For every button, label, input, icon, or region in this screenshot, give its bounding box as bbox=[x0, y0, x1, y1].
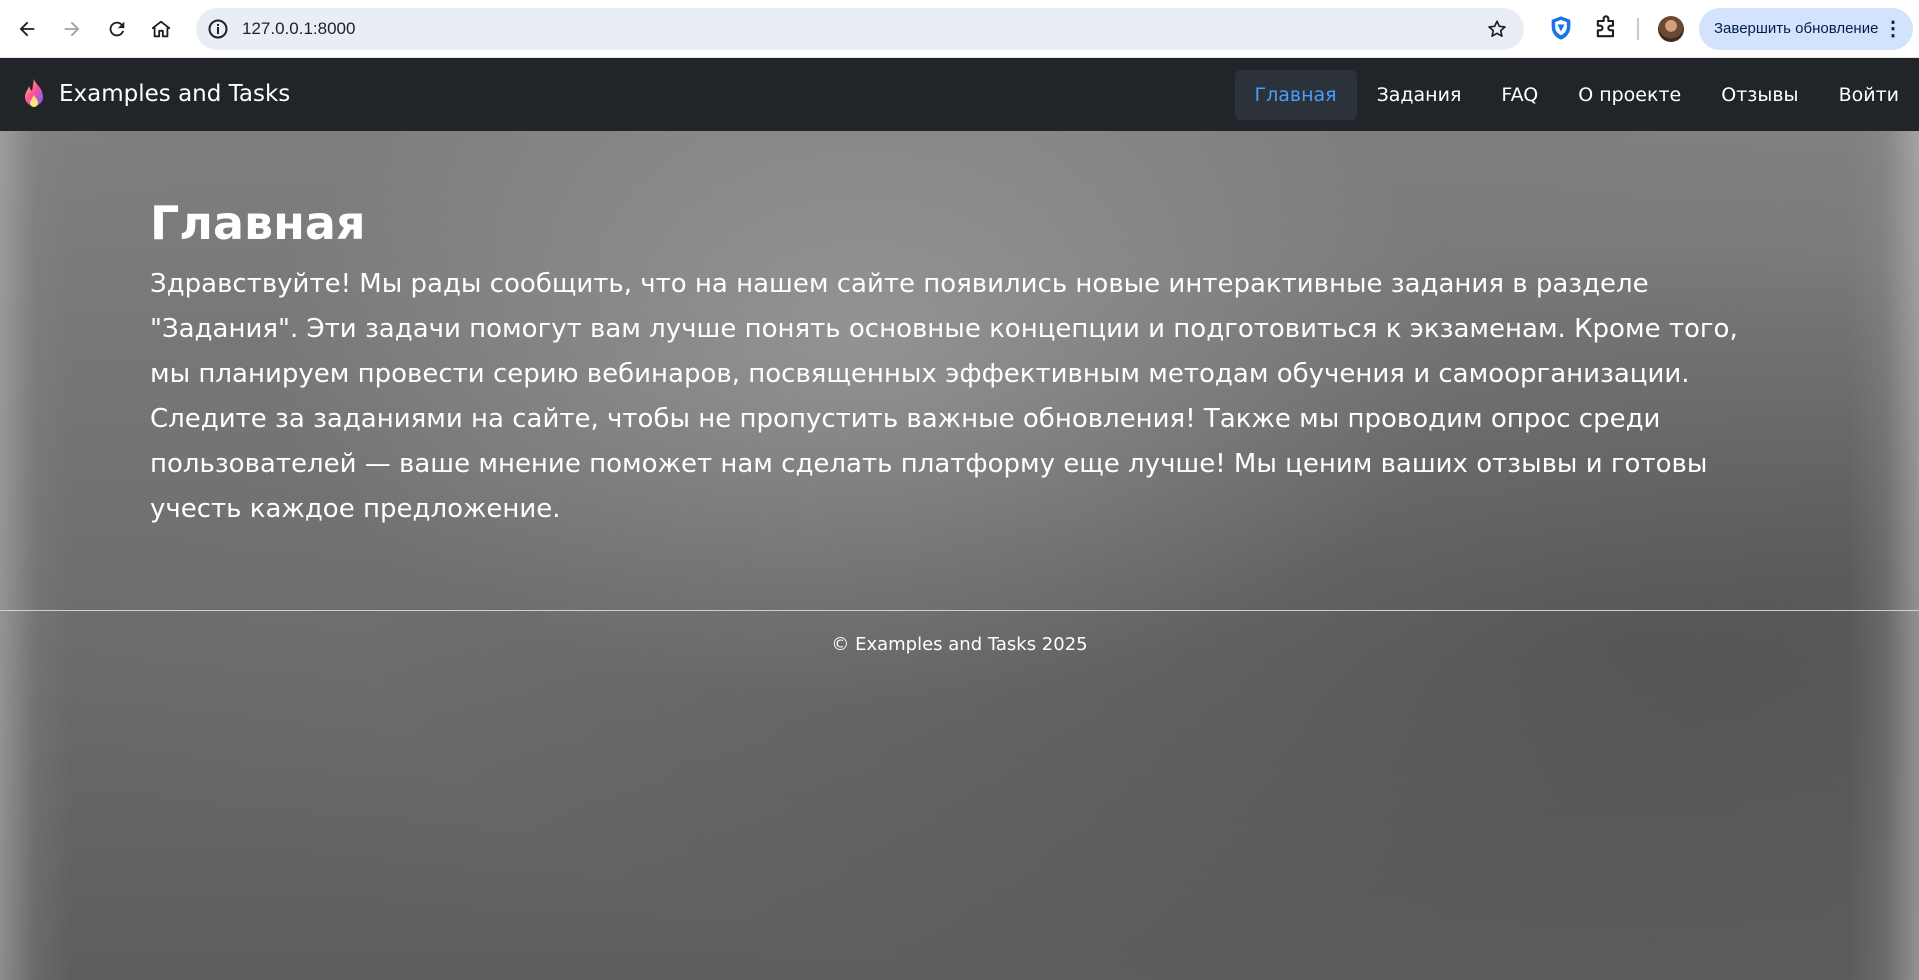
bookmark-star-icon[interactable] bbox=[1486, 18, 1508, 40]
reload-button[interactable] bbox=[99, 11, 135, 47]
nav-link-home[interactable]: Главная bbox=[1234, 70, 1357, 120]
footer-copyright: © Examples and Tasks 2025 bbox=[831, 634, 1088, 655]
forward-button[interactable] bbox=[54, 11, 90, 47]
main-content: Главная Здравствуйте! Мы рады сообщить, … bbox=[0, 131, 1919, 980]
toolbar-divider bbox=[1637, 18, 1639, 40]
shield-extension-icon[interactable] bbox=[1547, 14, 1575, 42]
nav-link-reviews[interactable]: Отзывы bbox=[1701, 70, 1818, 120]
reload-icon bbox=[109, 21, 125, 37]
profile-avatar[interactable] bbox=[1658, 16, 1684, 42]
page-title: Главная bbox=[150, 196, 366, 250]
background-texture-left bbox=[0, 131, 70, 980]
site-navbar: Examples and Tasks Главная Задания FAQ О… bbox=[0, 58, 1919, 131]
arrow-right-icon bbox=[64, 21, 80, 37]
footer-divider bbox=[0, 610, 1919, 611]
background-texture-right bbox=[1849, 131, 1919, 980]
arrow-left-icon bbox=[19, 21, 35, 37]
back-button[interactable] bbox=[9, 11, 45, 47]
site-info-icon[interactable] bbox=[206, 17, 230, 41]
main-menu: Главная Задания FAQ О проекте Отзывы Вой… bbox=[1234, 70, 1919, 120]
browser-toolbar: 127.0.0.1:8000 Завершить обновление ⋮ bbox=[0, 0, 1919, 58]
url-text[interactable]: 127.0.0.1:8000 bbox=[242, 8, 355, 50]
nav-link-about[interactable]: О проекте bbox=[1558, 70, 1701, 120]
nav-link-login[interactable]: Войти bbox=[1819, 70, 1919, 120]
nav-link-faq[interactable]: FAQ bbox=[1481, 70, 1558, 120]
browser-menu-icon[interactable]: ⋮ bbox=[1883, 8, 1903, 50]
finish-update-button[interactable]: Завершить обновление ⋮ bbox=[1699, 8, 1913, 50]
home-icon bbox=[151, 20, 171, 38]
brand-name[interactable]: Examples and Tasks bbox=[59, 58, 290, 131]
extensions-puzzle-icon[interactable] bbox=[1592, 14, 1620, 42]
finish-update-label: Завершить обновление bbox=[1714, 20, 1879, 37]
address-bar[interactable]: 127.0.0.1:8000 bbox=[196, 8, 1524, 50]
flame-logo-icon[interactable] bbox=[18, 78, 50, 112]
home-button[interactable] bbox=[143, 11, 179, 47]
nav-link-tasks[interactable]: Задания bbox=[1357, 70, 1482, 120]
intro-paragraph: Здравствуйте! Мы рады сообщить, что на н… bbox=[150, 269, 1738, 524]
